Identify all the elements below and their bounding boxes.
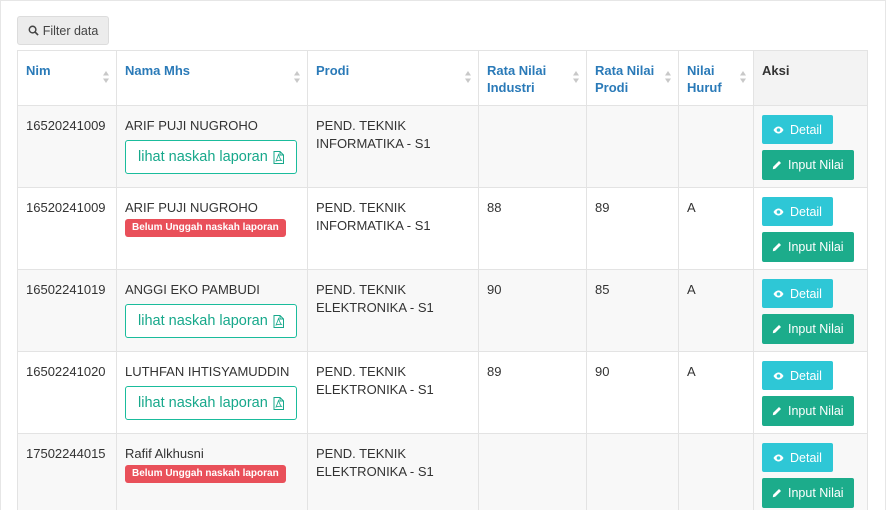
aksi-cell: Detail Input Nilai <box>753 351 868 434</box>
table-row: 16502241020 LUTHFAN IHTISYAMUDDIN lihat … <box>17 351 868 434</box>
rata-industri-cell <box>478 105 587 188</box>
nim-cell: 17502244015 <box>17 433 117 510</box>
eye-icon <box>773 126 784 133</box>
nilai-huruf-cell: A <box>678 351 754 434</box>
eye-icon <box>773 372 784 379</box>
sort-icon[interactable] <box>739 70 747 84</box>
lihat-naskah-button[interactable]: lihat naskah laporan <box>125 386 297 420</box>
aksi-cell: Detail Input Nilai <box>753 433 868 510</box>
detail-button[interactable]: Detail <box>762 361 833 390</box>
nilai-huruf-cell <box>678 105 754 188</box>
nama-cell: ARIF PUJI NUGROHO lihat naskah laporan <box>116 105 308 188</box>
lihat-naskah-button[interactable]: lihat naskah laporan <box>125 140 297 174</box>
eye-icon <box>773 290 784 297</box>
nama-cell: LUTHFAN IHTISYAMUDDIN lihat naskah lapor… <box>116 351 308 434</box>
eye-icon <box>773 208 784 215</box>
nilai-huruf-cell: A <box>678 187 754 270</box>
rata-prodi-cell <box>586 105 679 188</box>
rata-prodi-cell <box>586 433 679 510</box>
student-name: LUTHFAN IHTISYAMUDDIN <box>125 364 290 379</box>
input-nilai-button[interactable]: Input Nilai <box>762 150 854 180</box>
pencil-icon <box>772 325 781 334</box>
nama-cell: Rafif Alkhusni Belum Unggah naskah lapor… <box>116 433 308 510</box>
table-row: 16520241009 ARIF PUJI NUGROHO Belum Ungg… <box>17 187 868 270</box>
prodi-cell: PEND. TEKNIK INFORMATIKA - S1 <box>307 187 479 270</box>
nim-cell: 16502241020 <box>17 351 117 434</box>
nilai-huruf-cell <box>678 433 754 510</box>
student-name: ARIF PUJI NUGROHO <box>125 118 258 133</box>
sort-icon[interactable] <box>464 70 472 84</box>
rata-industri-cell: 89 <box>478 351 587 434</box>
aksi-cell: Detail Input Nilai <box>753 105 868 188</box>
rata-industri-cell: 88 <box>478 187 587 270</box>
detail-button[interactable]: Detail <box>762 279 833 308</box>
search-icon <box>28 25 39 36</box>
prodi-cell: PEND. TEKNIK ELEKTRONIKA - S1 <box>307 269 479 352</box>
column-header-nim[interactable]: Nim <box>17 50 117 106</box>
pdf-file-icon <box>273 396 284 410</box>
lihat-naskah-button[interactable]: lihat naskah laporan <box>125 304 297 338</box>
column-header-rata-industri[interactable]: Rata Nilai Industri <box>478 50 587 106</box>
prodi-cell: PEND. TEKNIK ELEKTRONIKA - S1 <box>307 433 479 510</box>
sort-icon[interactable] <box>664 70 672 84</box>
sort-icon[interactable] <box>102 70 110 84</box>
rata-industri-cell: 90 <box>478 269 587 352</box>
nim-cell: 16502241019 <box>17 269 117 352</box>
nim-cell: 16520241009 <box>17 105 117 188</box>
rata-industri-cell <box>478 433 587 510</box>
student-name: ARIF PUJI NUGROHO <box>125 200 258 215</box>
sort-icon[interactable] <box>293 70 301 84</box>
table-row: 16520241009 ARIF PUJI NUGROHO lihat nask… <box>17 105 868 188</box>
rata-prodi-cell: 90 <box>586 351 679 434</box>
detail-button[interactable]: Detail <box>762 197 833 226</box>
aksi-cell: Detail Input Nilai <box>753 187 868 270</box>
pdf-file-icon <box>273 314 284 328</box>
column-header-rata-prodi[interactable]: Rata Nilai Prodi <box>586 50 679 106</box>
prodi-cell: PEND. TEKNIK INFORMATIKA - S1 <box>307 105 479 188</box>
table-row: 16502241019 ANGGI EKO PAMBUDI lihat nask… <box>17 269 868 352</box>
rata-prodi-cell: 85 <box>586 269 679 352</box>
pdf-file-icon <box>273 150 284 164</box>
input-nilai-button[interactable]: Input Nilai <box>762 396 854 426</box>
column-header-nilai-huruf[interactable]: Nilai Huruf <box>678 50 754 106</box>
nama-cell: ANGGI EKO PAMBUDI lihat naskah laporan <box>116 269 308 352</box>
rata-prodi-cell: 89 <box>586 187 679 270</box>
pencil-icon <box>772 243 781 252</box>
prodi-cell: PEND. TEKNIK ELEKTRONIKA - S1 <box>307 351 479 434</box>
filter-data-button[interactable]: Filter data <box>17 16 109 45</box>
table-header-row: Nim Nama Mhs Prodi Rata Nilai Industri R… <box>17 50 868 106</box>
pencil-icon <box>772 407 781 416</box>
input-nilai-button[interactable]: Input Nilai <box>762 478 854 508</box>
column-header-prodi[interactable]: Prodi <box>307 50 479 106</box>
status-badge: Belum Unggah naskah laporan <box>125 219 286 237</box>
nama-cell: ARIF PUJI NUGROHO Belum Unggah naskah la… <box>116 187 308 270</box>
pencil-icon <box>772 161 781 170</box>
detail-button[interactable]: Detail <box>762 115 833 144</box>
table-row: 17502244015 Rafif Alkhusni Belum Unggah … <box>17 433 868 510</box>
pencil-icon <box>772 489 781 498</box>
input-nilai-button[interactable]: Input Nilai <box>762 232 854 262</box>
data-table: Nim Nama Mhs Prodi Rata Nilai Industri R… <box>17 50 868 510</box>
student-name: Rafif Alkhusni <box>125 446 204 461</box>
column-header-aksi: Aksi <box>753 50 868 106</box>
input-nilai-button[interactable]: Input Nilai <box>762 314 854 344</box>
student-name: ANGGI EKO PAMBUDI <box>125 282 260 297</box>
sort-icon[interactable] <box>572 70 580 84</box>
nim-cell: 16520241009 <box>17 187 117 270</box>
aksi-cell: Detail Input Nilai <box>753 269 868 352</box>
nilai-huruf-cell: A <box>678 269 754 352</box>
status-badge: Belum Unggah naskah laporan <box>125 465 286 483</box>
detail-button[interactable]: Detail <box>762 443 833 472</box>
column-header-nama[interactable]: Nama Mhs <box>116 50 308 106</box>
eye-icon <box>773 454 784 461</box>
filter-data-label: Filter data <box>42 23 99 38</box>
